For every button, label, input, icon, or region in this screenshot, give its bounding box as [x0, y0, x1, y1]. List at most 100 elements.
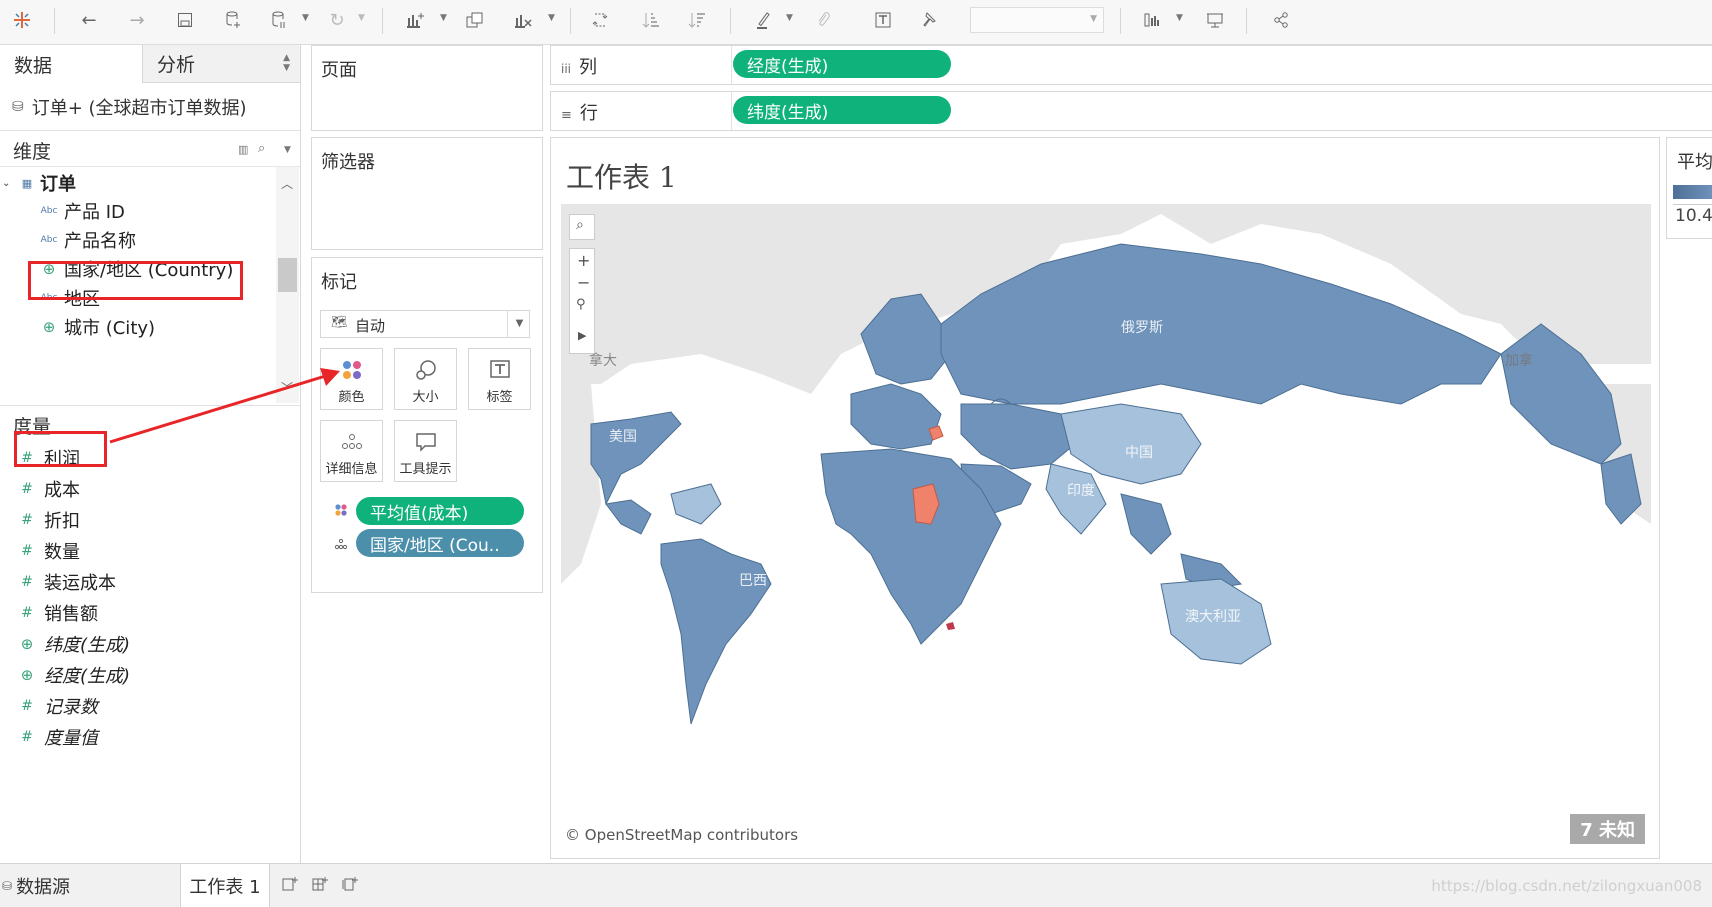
- legend-value: 10.4: [1675, 206, 1712, 226]
- pages-card[interactable]: 页面: [311, 45, 543, 131]
- label-button[interactable]: 标签: [468, 348, 531, 410]
- measure-item[interactable]: # 数量: [10, 537, 80, 565]
- sort-ascending-icon[interactable]: [636, 6, 666, 34]
- color-legend[interactable]: 平均 10.4: [1666, 137, 1712, 239]
- new-datasource-icon[interactable]: [218, 6, 248, 34]
- show-cards-icon[interactable]: [1138, 6, 1168, 34]
- measure-item[interactable]: # 度量值: [10, 723, 98, 751]
- chevron-down-icon[interactable]: ▼: [358, 13, 365, 23]
- sheet-tab-bar: ⛁ 数据源 工作表 1 https://blog.csdn.net/zilong…: [0, 863, 1712, 907]
- toolbar: ← → ▼ ↻ ▼ ▼ ▼ ▼ ▼ ▼: [0, 0, 1712, 45]
- share-icon[interactable]: [1266, 6, 1296, 34]
- measure-item-label: 经度(生成): [44, 666, 131, 687]
- fit-dropdown[interactable]: ▼: [970, 7, 1104, 33]
- chevron-down-icon[interactable]: ▼: [548, 13, 555, 23]
- world-map[interactable]: [561, 204, 1651, 848]
- string-icon: Abc: [40, 206, 58, 216]
- pin-icon[interactable]: [914, 6, 944, 34]
- filters-card[interactable]: 筛选器: [311, 137, 543, 250]
- save-icon[interactable]: [170, 6, 200, 34]
- columns-shelf-label: iii 列: [561, 57, 598, 78]
- sheet-title[interactable]: 工作表 1: [566, 156, 677, 196]
- new-worksheet-icon[interactable]: [282, 876, 298, 896]
- pin-icon[interactable]: ⚲: [576, 297, 586, 312]
- tab-worksheet-1[interactable]: 工作表 1: [180, 864, 270, 907]
- search-icon[interactable]: ⌕: [258, 141, 265, 156]
- number-icon: #: [21, 729, 33, 745]
- label-icon[interactable]: [868, 6, 898, 34]
- chevron-down-icon[interactable]: ▼: [440, 13, 447, 23]
- map-label-brazil: 巴西: [739, 573, 767, 589]
- columns-shelf[interactable]: iii 列 经度(生成): [550, 45, 1712, 85]
- dimension-item[interactable]: ⊕ 城市 (City): [34, 313, 155, 341]
- label-label: 标签: [486, 390, 513, 405]
- pause-updates-icon[interactable]: [264, 6, 294, 34]
- map-label-australia: 澳大利亚: [1185, 609, 1241, 625]
- chevron-down-icon[interactable]: ▼: [302, 13, 309, 23]
- chevron-down-icon[interactable]: ▼: [284, 145, 291, 155]
- map-view[interactable]: ⌕ + − ⚲ ▶ 俄罗斯 加拿 美国 中国 印度 巴西 澳大利亚 拿大 © O…: [561, 204, 1651, 848]
- zoom-out-icon[interactable]: −: [577, 273, 590, 292]
- unknown-indicator[interactable]: 7 未知: [1570, 814, 1645, 844]
- measure-item-label: 度量值: [44, 728, 98, 749]
- play-icon[interactable]: ▶: [578, 329, 586, 342]
- chevron-down-icon: ▼: [1090, 14, 1097, 24]
- measure-item[interactable]: ⊕ 纬度(生成): [10, 630, 130, 658]
- tab-analysis[interactable]: 分析 ▲ ▼: [142, 45, 300, 83]
- measure-item[interactable]: # 装运成本: [10, 568, 116, 596]
- zoom-in-icon[interactable]: +: [577, 251, 590, 270]
- dimension-group-orders[interactable]: ⌄ ▦ 订单: [0, 169, 76, 197]
- new-worksheet-icon[interactable]: [400, 6, 430, 34]
- measure-item[interactable]: # 成本: [10, 475, 80, 503]
- chevron-down-icon[interactable]: ▼: [1176, 13, 1183, 23]
- mark-pill-country[interactable]: 国家/地区 (Cou..: [356, 529, 524, 557]
- measure-item[interactable]: ⊕ 经度(生成): [10, 661, 130, 689]
- swap-icon[interactable]: [586, 6, 616, 34]
- view-toggle-icon[interactable]: ▥: [238, 143, 248, 156]
- columns-pill-longitude[interactable]: 经度(生成): [733, 50, 951, 78]
- dimensions-title: 维度: [13, 141, 52, 163]
- measure-item-label: 成本: [44, 480, 80, 501]
- measure-item[interactable]: # 记录数: [10, 692, 98, 720]
- mark-pill-avg-cost[interactable]: 平均值(成本): [356, 497, 524, 525]
- chevron-down-icon[interactable]: ▼: [786, 13, 793, 23]
- tab-datasource[interactable]: ⛁ 数据源: [0, 864, 70, 907]
- rows-pill-latitude[interactable]: 纬度(生成): [733, 96, 951, 124]
- globe-icon: ⊕: [42, 318, 56, 336]
- filters-title: 筛选器: [321, 152, 375, 173]
- scrollbar-thumb[interactable]: [278, 258, 297, 292]
- map-search-button[interactable]: ⌕: [569, 214, 595, 240]
- mark-type-dropdown[interactable]: 🗺 自动 ▼: [320, 310, 530, 338]
- new-story-icon[interactable]: [342, 876, 358, 896]
- presentation-icon[interactable]: [1200, 6, 1230, 34]
- tooltip-button[interactable]: 工具提示: [394, 420, 457, 482]
- chevron-up-icon[interactable]: ︿: [281, 175, 293, 192]
- clear-sheet-icon[interactable]: [508, 6, 538, 34]
- rows-shelf-label: ≡ 行: [561, 103, 598, 124]
- measure-item[interactable]: # 折扣: [10, 506, 80, 534]
- measure-item-label: 数量: [44, 542, 80, 563]
- dimension-item[interactable]: Abc 产品名称: [34, 226, 136, 254]
- new-dashboard-icon[interactable]: [312, 876, 328, 896]
- datasource-item[interactable]: ⛁ 订单+ (全球超市订单数据): [12, 93, 247, 121]
- legend-color-ramp: [1673, 185, 1712, 199]
- tab-datasource-label: 数据源: [16, 876, 71, 898]
- chevron-updown-icon: ▲ ▼: [283, 53, 290, 73]
- undo-icon[interactable]: ←: [74, 6, 104, 34]
- dimension-item[interactable]: Abc 产品 ID: [34, 197, 125, 225]
- columns-icon: iii: [561, 62, 572, 76]
- measure-item[interactable]: # 销售额: [10, 599, 98, 627]
- group-icon[interactable]: [808, 6, 838, 34]
- refresh-icon[interactable]: ↻: [322, 6, 352, 34]
- size-button[interactable]: 大小: [394, 348, 457, 410]
- duplicate-icon[interactable]: [460, 6, 490, 34]
- map-attribution[interactable]: © OpenStreetMap contributors: [565, 826, 798, 844]
- redo-icon[interactable]: →: [122, 6, 152, 34]
- legend-title: 平均: [1677, 152, 1712, 173]
- tab-data[interactable]: 数据: [0, 45, 142, 83]
- highlight-icon[interactable]: [748, 6, 778, 34]
- map-label-usa: 美国: [609, 429, 637, 445]
- globe-icon: ⊕: [20, 635, 34, 653]
- sort-descending-icon[interactable]: [682, 6, 712, 34]
- rows-shelf[interactable]: ≡ 行 纬度(生成): [550, 91, 1712, 131]
